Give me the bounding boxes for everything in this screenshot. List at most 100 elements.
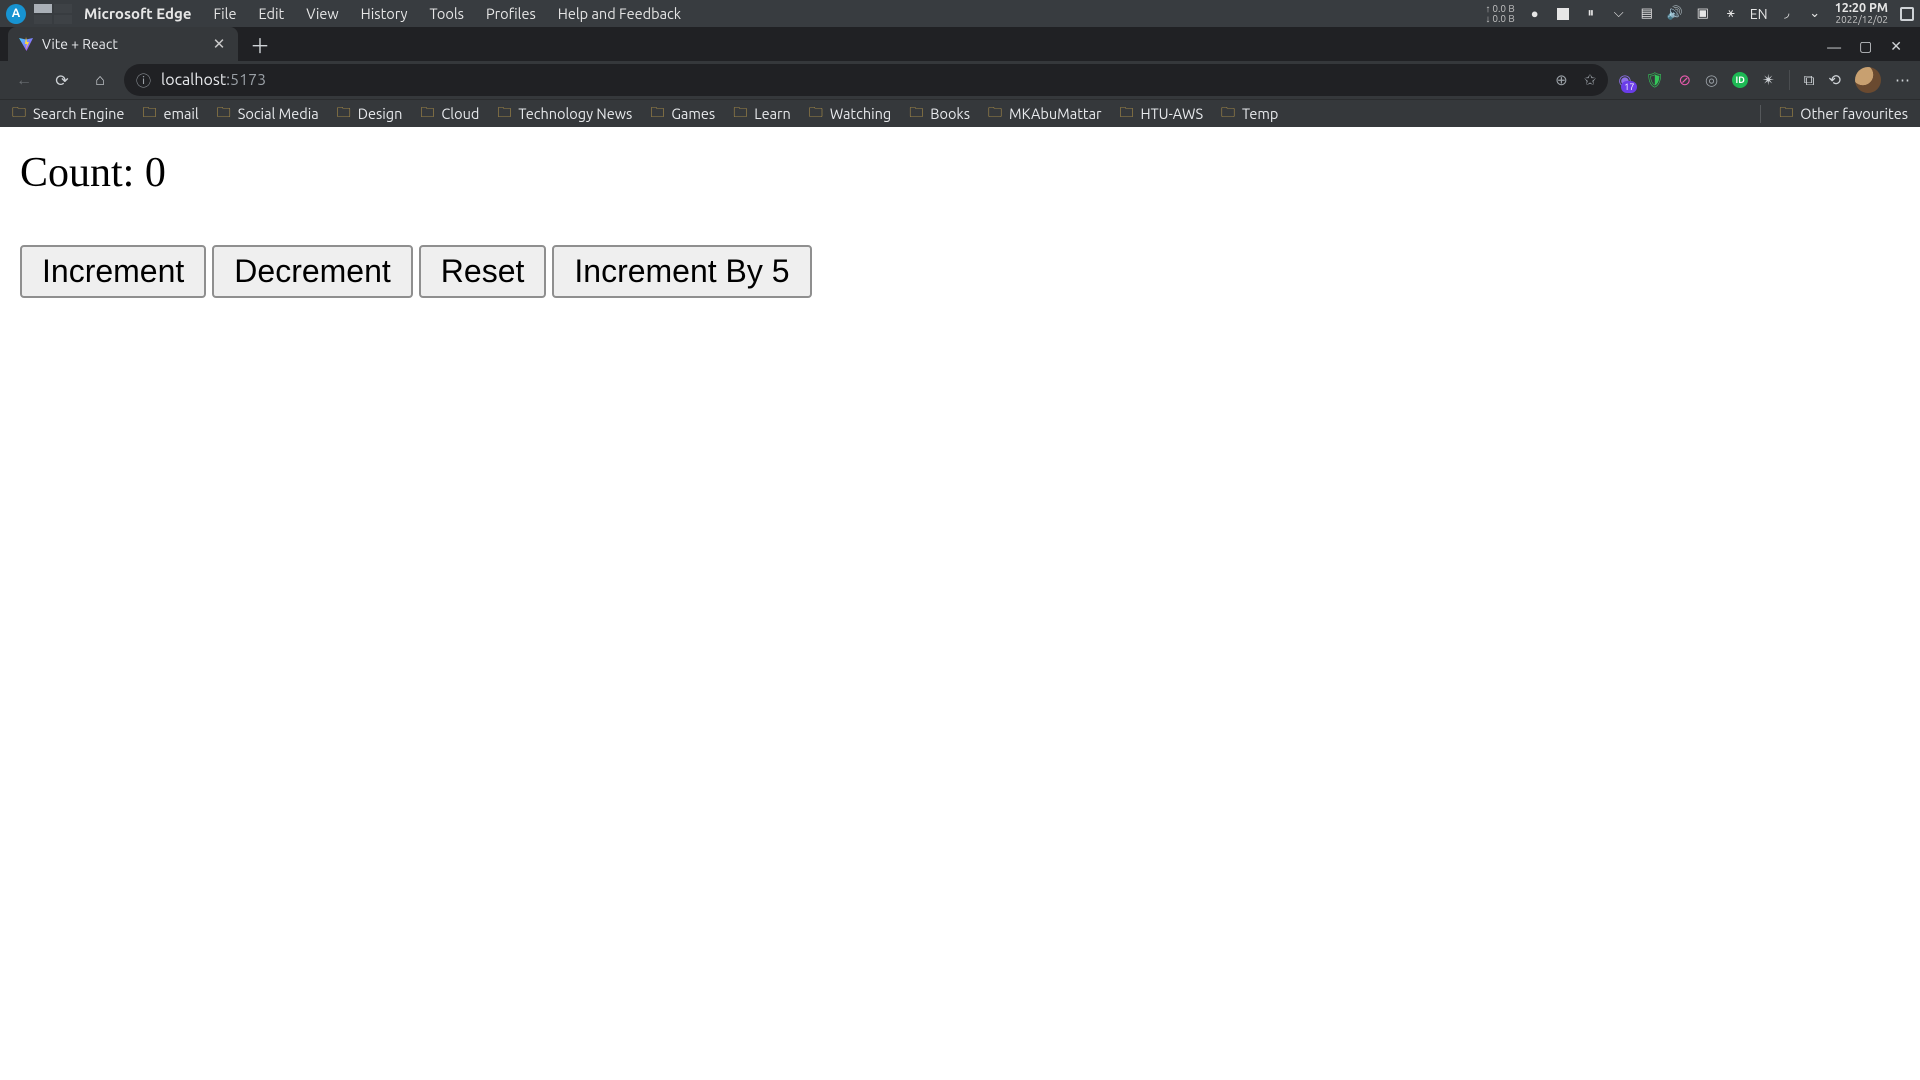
bookmark-folder-watching[interactable]: 🗀 Watching [809,102,891,126]
collections-icon[interactable]: ⧉ [1804,71,1815,89]
bookmark-folder-email[interactable]: 🗀 email [142,102,198,126]
workspace-switcher-icon[interactable] [34,4,72,24]
tray-chevron-down-icon[interactable]: ⌄ [1807,6,1823,21]
window-minimize-button[interactable]: — [1827,39,1841,55]
profile-avatar[interactable] [1855,67,1881,93]
tab-strip: Vite + React ✕ ＋ — ▢ ✕ [0,27,1920,61]
bookmark-folder-social-media[interactable]: 🗀 Social Media [217,102,319,126]
extensions-area: ◉ 17 🛡 ⊘ ◎ ID ✴ ⧉ ⟲ ⋯ [1618,67,1910,93]
reset-button[interactable]: Reset [419,245,547,298]
address-bar[interactable]: ⓘ localhost:5173 ⊕ ✩ [124,64,1608,96]
folder-icon: 🗀 [217,102,231,126]
nav-reload-button[interactable]: ⟳ [48,66,76,94]
bookmark-label: MKAbuMattar [1009,105,1101,122]
folder-icon: 🗀 [142,102,156,126]
clock-time: 12:20 PM [1835,2,1888,14]
os-menu-view[interactable]: View [298,5,346,22]
page-content: Count: 0 Increment Decrement Reset Incre… [0,127,1920,1080]
browser-tab-active[interactable]: Vite + React ✕ [8,27,238,61]
increment-button[interactable]: Increment [20,245,206,298]
os-menu-tools[interactable]: Tools [422,5,472,22]
extension-id-icon[interactable]: ID [1732,72,1748,88]
bookmark-folder-htu-aws[interactable]: 🗀HTU-AWS [1120,102,1204,126]
tab-close-button[interactable]: ✕ [210,35,228,53]
folder-icon: 🗀 [1120,102,1134,126]
tray-dot-icon[interactable]: ● [1527,6,1543,21]
count-value: 0 [145,150,166,196]
bookmark-folder-cloud[interactable]: 🗀 Cloud [420,102,479,126]
bookmark-label: Technology News [518,105,632,122]
bookmark-label: Search Engine [33,105,124,122]
bookmark-label: Design [358,105,403,122]
net-up-value: 0.0 B [1485,4,1514,14]
count-heading: Count: 0 [20,149,1900,197]
folder-icon: 🗀 [809,102,823,126]
extension-badge-count: 17 [1621,81,1637,93]
sync-icon[interactable]: ⟲ [1828,71,1841,89]
bookmarks-separator [1760,105,1761,123]
os-menu-history[interactable]: History [353,5,416,22]
nav-back-button[interactable]: ← [10,66,38,94]
os-menu-help[interactable]: Help and Feedback [550,5,689,22]
extensions-puzzle-icon[interactable]: ✴ [1762,71,1775,89]
folder-icon: 🗀 [1221,102,1235,126]
extension-camera-icon[interactable]: ◎ [1705,71,1718,89]
bookmark-label: Cloud [441,105,479,122]
bookmark-folder-search-engine[interactable]: 🗀Search Engine [12,102,124,126]
new-tab-button[interactable]: ＋ [246,30,274,58]
tray-square-icon[interactable] [1555,8,1571,20]
bookmark-folder-books[interactable]: 🗀Books [909,102,970,126]
extension-react-devtools[interactable]: ◉ 17 [1618,71,1631,89]
window-close-button[interactable]: ✕ [1890,38,1902,55]
nav-home-button[interactable]: ⌂ [86,66,114,94]
bookmark-folder-other-favourites[interactable]: 🗀Other favourites [1779,102,1908,126]
site-info-icon[interactable]: ⓘ [136,70,151,91]
tray-pause-icon[interactable]: ⏸ [1583,6,1599,21]
favorite-star-icon[interactable]: ✩ [1584,71,1597,89]
os-menu-profiles[interactable]: Profiles [478,5,544,22]
url-host: localhost [161,71,226,89]
browser-menu-button[interactable]: ⋯ [1895,71,1910,89]
folder-icon: 🗀 [650,102,664,126]
clock[interactable]: 12:20 PM 2022/12/02 [1835,2,1888,26]
decrement-button[interactable]: Decrement [212,245,413,298]
extension-shield-icon[interactable]: 🛡 [1645,71,1664,89]
bookmark-folder-temp[interactable]: 🗀 Temp [1221,102,1278,126]
tray-battery-icon[interactable]: ▣ [1695,6,1711,21]
os-menu-file[interactable]: File [206,5,245,22]
window-controls: — ▢ ✕ [1827,38,1912,55]
clock-date: 2022/12/02 [1835,14,1888,26]
system-tray: 0.0 B 0.0 B ● ⏸ ⌵ ▤ 🔊 ▣ ⚹ EN ◞ ⌄ 12:20 P… [1485,2,1914,26]
tray-language-indicator[interactable]: EN [1751,6,1767,22]
os-menu-edit[interactable]: Edit [250,5,292,22]
extension-block-icon[interactable]: ⊘ [1678,71,1691,89]
increment-by-5-button[interactable]: Increment By 5 [552,245,811,298]
tray-volume-icon[interactable]: 🔊 [1667,6,1683,21]
bookmark-folder-games[interactable]: 🗀Games [650,102,715,126]
bookmark-folder-learn[interactable]: 🗀Learn [733,102,791,126]
active-app-name: Microsoft Edge [84,5,192,22]
tray-wifi-icon[interactable]: ◞ [1779,6,1795,21]
bookmark-folder-technology-news[interactable]: 🗀Technology News [497,102,632,126]
bookmark-label: email [163,105,198,122]
bookmark-label: Books [930,105,970,122]
tray-bluetooth-icon[interactable]: ⚹ [1723,6,1739,21]
tray-clipboard-icon[interactable]: ▤ [1639,6,1655,21]
tray-monitor-icon[interactable] [1900,7,1914,21]
bookmark-label: Watching [830,105,891,122]
bookmark-label: Social Media [238,105,319,122]
bookmark-folder-design[interactable]: 🗀Design [337,102,403,126]
bookmark-folder-mkabumattar[interactable]: 🗀 MKAbuMattar [988,102,1101,126]
bookmark-label: Temp [1242,105,1278,122]
bookmark-label: Learn [754,105,791,122]
folder-icon: 🗀 [420,102,434,126]
tray-terminal-icon[interactable]: ⌵ [1611,6,1627,21]
bookmark-label: Other favourites [1800,105,1908,122]
network-speed-indicator: 0.0 B 0.0 B [1485,4,1514,24]
toolbar: ← ⟳ ⌂ ⓘ localhost:5173 ⊕ ✩ ◉ 17 🛡 ⊘ ◎ ID… [0,61,1920,99]
window-maximize-button[interactable]: ▢ [1859,38,1872,55]
folder-icon: 🗀 [988,102,1002,126]
net-down-value: 0.0 B [1485,14,1514,24]
zoom-icon[interactable]: ⊕ [1555,71,1568,89]
toolbar-separator [1789,70,1790,90]
